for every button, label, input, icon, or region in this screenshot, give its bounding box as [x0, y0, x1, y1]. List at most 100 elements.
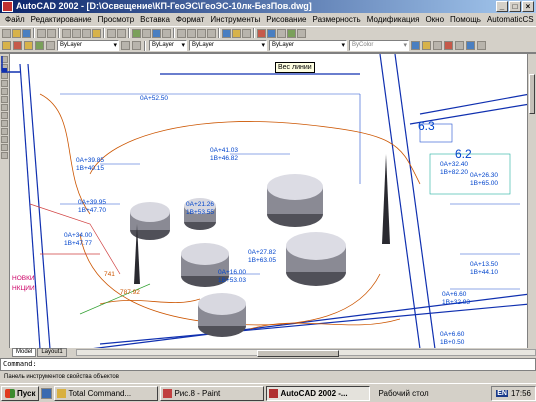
view-icon[interactable] — [287, 28, 296, 38]
block-icon[interactable] — [1, 120, 8, 127]
toolbar-separator — [58, 28, 60, 38]
menu-tools[interactable]: Инструменты — [207, 13, 263, 26]
drawing-label: 0A+34.00 — [64, 232, 92, 239]
make-layer-current-icon[interactable] — [121, 41, 130, 50]
print-icon[interactable] — [37, 28, 46, 38]
desktop-toolbar-label[interactable]: Рабочий стол — [378, 389, 428, 398]
hatch-icon[interactable] — [1, 136, 8, 143]
spline-icon[interactable] — [1, 104, 8, 111]
layer-on-icon[interactable] — [13, 41, 22, 50]
menu-dimension[interactable]: Размерность — [310, 13, 364, 26]
command-line[interactable]: Command: — [0, 358, 536, 371]
minimize-button[interactable]: _ — [496, 1, 508, 12]
tab-layout1[interactable]: Layout1 — [37, 348, 67, 357]
cut-icon[interactable] — [62, 28, 71, 38]
color-dropdown[interactable]: ByLayer — [149, 40, 187, 51]
close-button[interactable]: × — [522, 1, 534, 12]
layer-previous-icon[interactable] — [132, 41, 141, 50]
quicklaunch-desktop-icon[interactable] — [41, 387, 53, 399]
region-icon[interactable] — [1, 144, 8, 151]
menu-help[interactable]: Помощь — [447, 13, 484, 26]
drawing-label: 1B+65.00 — [470, 180, 498, 187]
print-preview-icon[interactable] — [47, 28, 56, 38]
menu-window[interactable]: Окно — [422, 13, 447, 26]
orbit-icon[interactable] — [277, 28, 286, 38]
point-icon[interactable] — [1, 128, 8, 135]
zoom-previous-icon[interactable] — [207, 28, 216, 38]
mtext-icon[interactable] — [1, 152, 8, 159]
match-properties-icon[interactable] — [92, 28, 101, 38]
menu-draw[interactable]: Рисование — [263, 13, 309, 26]
drawing-label: 1B+53.03 — [218, 277, 246, 284]
menu-automaticcs[interactable]: AutomaticCS — [484, 13, 536, 26]
sphere-icon[interactable] — [466, 41, 475, 50]
design-center-icon[interactable] — [232, 28, 241, 38]
lineweight-dropdown[interactable]: ByLayer — [269, 40, 347, 51]
storage-tanks — [130, 174, 346, 337]
hyperlink-icon[interactable] — [132, 28, 141, 38]
taskbar-total-commander[interactable]: Total Command... — [54, 385, 159, 401]
shade-icon[interactable] — [257, 28, 266, 38]
layer-freeze-icon[interactable] — [24, 41, 33, 50]
save-icon[interactable] — [22, 28, 31, 38]
scene-icon[interactable] — [433, 41, 442, 50]
plotstyle-dropdown[interactable]: ByColor — [349, 40, 409, 51]
rectangle-icon[interactable] — [1, 80, 8, 87]
ellipse-icon[interactable] — [1, 112, 8, 119]
redo-icon[interactable] — [117, 28, 126, 38]
layer-color-icon[interactable] — [46, 41, 55, 50]
menu-view[interactable]: Просмотр — [95, 13, 138, 26]
plotstyle-dropdown-value: ByColor — [352, 42, 374, 48]
drawing-label: 0A+39.95 — [78, 199, 106, 206]
snap-icon[interactable] — [142, 28, 151, 38]
autocad-app-icon[interactable] — [2, 1, 13, 12]
drawing-area[interactable]: 0A+52.50 0A+39.85 1B+40.15 0A+41.03 1B+46.82… — [0, 53, 536, 348]
light-icon[interactable] — [422, 41, 431, 50]
taskbar: Пуск Total Command... Рис.8 - Paint Auto… — [0, 383, 536, 402]
distance-icon[interactable] — [162, 28, 171, 38]
circle-icon[interactable] — [1, 96, 8, 103]
vertical-scrollbar[interactable] — [527, 54, 536, 348]
pan-icon[interactable] — [177, 28, 186, 38]
render-icon[interactable] — [267, 28, 276, 38]
taskbar-paint[interactable]: Рис.8 - Paint — [160, 385, 265, 401]
menu-format[interactable]: Формат — [173, 13, 207, 26]
material-icon[interactable] — [444, 41, 453, 50]
menu-insert[interactable]: Вставка — [137, 13, 173, 26]
object-properties-toolbar: ByLayer ByLayer ByLayer ByLayer ByColor — [0, 39, 536, 53]
vertical-scroll-thumb[interactable] — [529, 74, 535, 114]
drawing-label: 1B+44.10 — [470, 269, 498, 276]
ucs-icon-button[interactable] — [152, 28, 161, 38]
drawing-label: 0A+21.26 — [186, 201, 214, 208]
layer-dropdown[interactable]: ByLayer — [57, 40, 119, 51]
language-indicator[interactable]: EN — [496, 389, 508, 397]
linetype-dropdown[interactable]: ByLayer — [189, 40, 267, 51]
background-icon[interactable] — [455, 41, 464, 50]
zoom-window-icon[interactable] — [197, 28, 206, 38]
start-button[interactable]: Пуск — [1, 385, 40, 401]
clock[interactable]: 17:56 — [511, 389, 531, 398]
tab-model[interactable]: Model — [12, 348, 37, 357]
layer-lock-icon[interactable] — [35, 41, 44, 50]
maximize-button[interactable]: □ — [509, 1, 521, 12]
properties-icon[interactable] — [222, 28, 231, 38]
zoom-realtime-icon[interactable] — [187, 28, 196, 38]
new-icon[interactable] — [2, 28, 11, 38]
undo-icon[interactable] — [107, 28, 116, 38]
tool-palette-icon[interactable] — [242, 28, 251, 38]
menu-edit[interactable]: Редактирование — [28, 13, 95, 26]
statistics-icon[interactable] — [477, 41, 486, 50]
help-icon[interactable] — [297, 28, 306, 38]
menu-file[interactable]: Файл — [2, 13, 28, 26]
horizontal-scrollbar[interactable] — [75, 349, 536, 357]
taskbar-autocad[interactable]: AutoCAD 2002 -... — [266, 385, 371, 401]
draw-toolbar — [0, 54, 10, 348]
menu-modify[interactable]: Модификация — [364, 13, 423, 26]
view-cube-icon[interactable] — [411, 41, 420, 50]
arc-icon[interactable] — [1, 88, 8, 95]
open-icon[interactable] — [12, 28, 21, 38]
paste-icon[interactable] — [82, 28, 91, 38]
layers-icon[interactable] — [2, 41, 11, 50]
copy-icon[interactable] — [72, 28, 81, 38]
drawing-label: 1B+32.93 — [442, 299, 470, 306]
